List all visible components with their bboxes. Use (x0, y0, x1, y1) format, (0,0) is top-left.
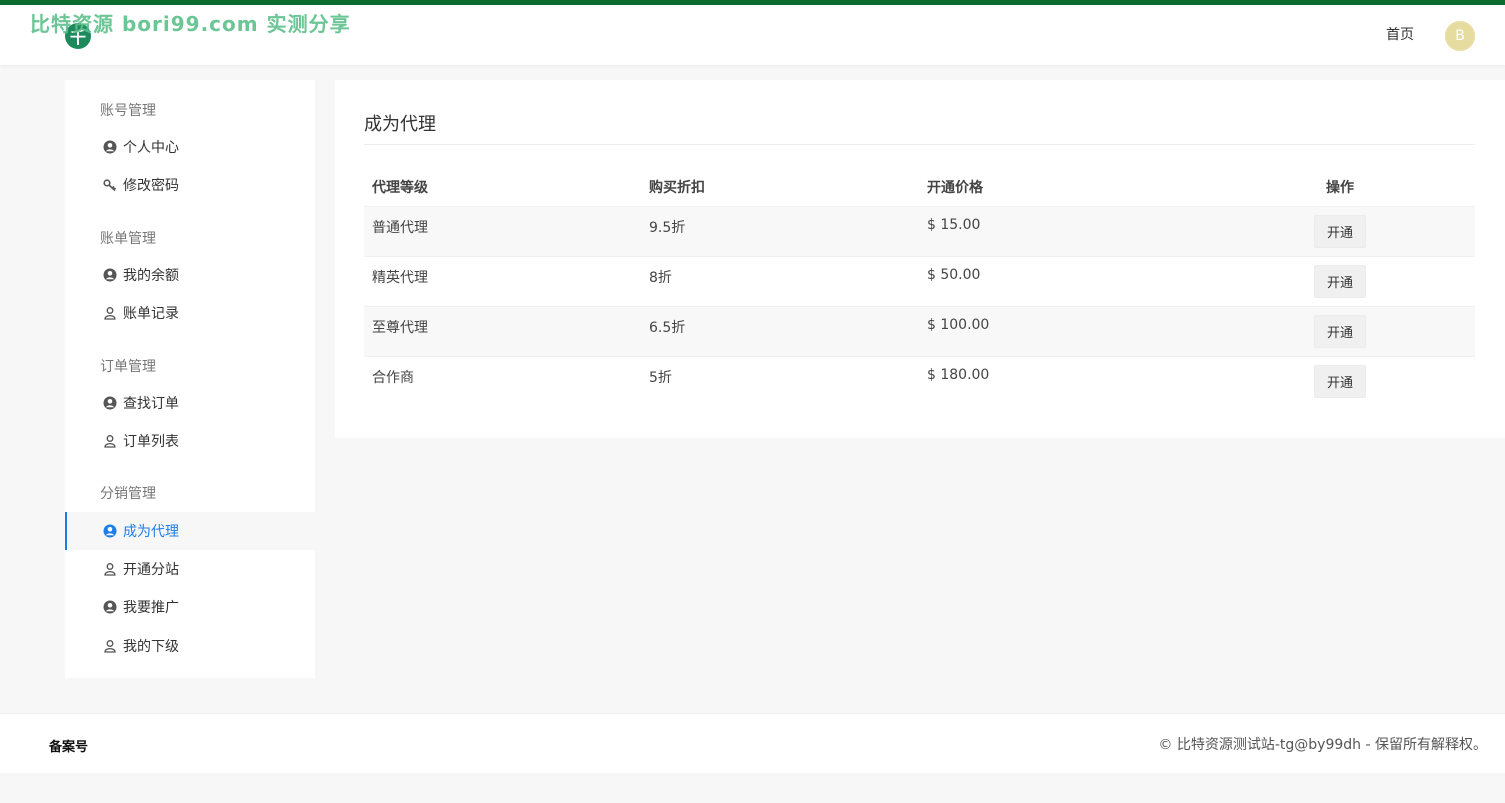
open-agent-button[interactable]: 开通 (1313, 264, 1366, 298)
footer: 备案号 © 比特资源测试站-tg@by99dh - 保留所有解释权。 (0, 713, 1505, 773)
sidebar-item-label: 成为代理 (123, 524, 179, 540)
sidebar-item-label: 我的下级 (123, 639, 179, 655)
title-divider (364, 144, 1475, 145)
open-agent-button[interactable]: 开通 (1313, 314, 1366, 348)
user-solid-icon (103, 600, 117, 614)
open-agent-button[interactable]: 开通 (1313, 214, 1366, 248)
cell-discount: 6.5折 (649, 319, 686, 336)
cell-level: 至尊代理 (372, 319, 428, 336)
cell-price: $ 100.00 (927, 316, 990, 333)
cell-action: 开通 (1197, 356, 1475, 406)
sidebar-item-become-agent[interactable]: 成为代理 (65, 512, 315, 550)
sidebar-group-distribution: 分销管理 (100, 486, 156, 502)
sidebar-item-label: 个人中心 (123, 140, 179, 156)
sidebar-item-open-substation[interactable]: 开通分站 (65, 550, 315, 588)
cell-price: $ 180.00 (927, 366, 990, 383)
agent-level-table: 代理等级 购买折扣 开通价格 操作 普通代理 9.5折 $ 15.00 开通 精… (364, 168, 1475, 406)
table-row: 合作商 5折 $ 180.00 开通 (364, 356, 1475, 406)
sidebar-group-billing: 账单管理 (100, 231, 156, 247)
header: 千 比特资源 bori99.com 实测分享 首页 B (0, 5, 1505, 65)
cell-price: $ 50.00 (927, 266, 981, 283)
cell-discount: 5折 (649, 369, 672, 386)
sidebar-item-label: 修改密码 (123, 178, 179, 194)
open-agent-button[interactable]: 开通 (1313, 364, 1366, 398)
user-outline-icon (104, 640, 116, 653)
cell-action: 开通 (1197, 256, 1475, 306)
table-row: 精英代理 8折 $ 50.00 开通 (364, 256, 1475, 306)
column-header-price: 开通价格 (927, 179, 983, 196)
cell-action: 开通 (1197, 306, 1475, 356)
user-solid-icon (103, 524, 117, 538)
user-solid-icon (103, 268, 117, 282)
sidebar-item-label: 我的余额 (123, 268, 179, 284)
column-header-discount: 购买折扣 (649, 179, 705, 196)
cell-discount: 8折 (649, 269, 672, 286)
sidebar-item-label: 账单记录 (123, 306, 179, 322)
table-header-row: 代理等级 购买折扣 开通价格 操作 (364, 168, 1475, 206)
watermark-text: 比特资源 bori99.com 实测分享 (30, 12, 351, 36)
user-solid-icon (103, 140, 117, 154)
beian-link[interactable]: 备案号 (49, 736, 88, 755)
sidebar-item-label: 开通分站 (123, 562, 179, 578)
user-solid-icon (103, 396, 117, 410)
avatar[interactable]: B (1445, 21, 1475, 51)
user-outline-icon (104, 307, 116, 320)
sidebar-item-balance[interactable]: 我的余额 (65, 256, 315, 294)
key-icon (103, 179, 117, 192)
column-header-action: 操作 (1326, 179, 1354, 196)
sidebar-item-label: 我要推广 (123, 600, 179, 616)
sidebar: 账号管理 个人中心 修改密码 账单管理 我的余额 账单记录 订单管理 查找订单 … (65, 80, 315, 678)
main-panel: 成为代理 代理等级 购买折扣 开通价格 操作 普通代理 9.5折 $ 15.00… (335, 80, 1505, 438)
cell-action: 开通 (1197, 206, 1475, 256)
page-title: 成为代理 (364, 114, 436, 135)
nav-home-link[interactable]: 首页 (1386, 24, 1414, 44)
cell-level: 普通代理 (372, 219, 428, 236)
sidebar-item-label: 查找订单 (123, 396, 179, 412)
cell-level: 精英代理 (372, 269, 428, 286)
cell-price: $ 15.00 (927, 216, 981, 233)
sidebar-item-promote[interactable]: 我要推广 (65, 588, 315, 626)
user-outline-icon (104, 435, 116, 448)
sidebar-item-find-order[interactable]: 查找订单 (65, 384, 315, 422)
sidebar-group-orders: 订单管理 (100, 359, 156, 375)
sidebar-item-profile[interactable]: 个人中心 (65, 128, 315, 166)
sidebar-item-order-list[interactable]: 订单列表 (65, 422, 315, 460)
sidebar-item-billing-records[interactable]: 账单记录 (65, 294, 315, 332)
column-header-level: 代理等级 (372, 179, 428, 196)
sidebar-group-account: 账号管理 (100, 103, 156, 119)
sidebar-item-change-password[interactable]: 修改密码 (65, 166, 315, 204)
sidebar-item-my-subordinates[interactable]: 我的下级 (65, 627, 315, 665)
cell-discount: 9.5折 (649, 219, 686, 236)
table-row: 普通代理 9.5折 $ 15.00 开通 (364, 206, 1475, 256)
cell-level: 合作商 (372, 369, 414, 386)
sidebar-item-label: 订单列表 (123, 434, 179, 450)
user-outline-icon (104, 563, 116, 576)
copyright-text: © 比特资源测试站-tg@by99dh - 保留所有解释权。 (1158, 737, 1487, 753)
table-row: 至尊代理 6.5折 $ 100.00 开通 (364, 306, 1475, 356)
